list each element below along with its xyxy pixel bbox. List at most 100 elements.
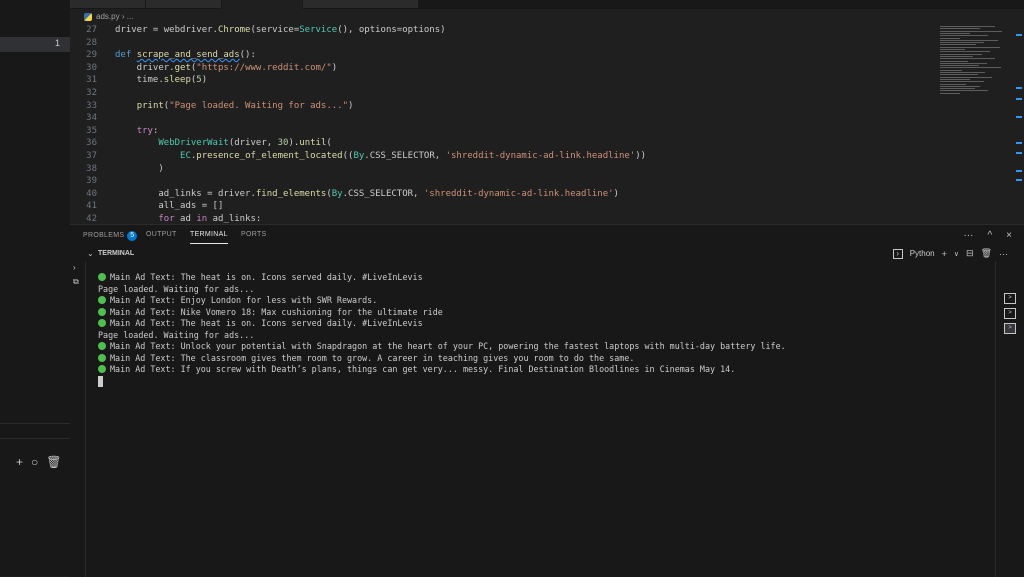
problems-count-badge: 5 — [127, 231, 138, 241]
green-circle-icon — [98, 365, 106, 373]
minimap-line — [940, 90, 988, 92]
minimap-line — [940, 74, 978, 76]
scrollbar-marker — [1016, 98, 1022, 100]
panel-tab-bar: PROBLEMS 5 OUTPUT TERMINAL PORTS ··· ^ × — [70, 225, 1024, 247]
tab-terminal[interactable]: TERMINAL — [190, 231, 228, 244]
minimap-line — [940, 51, 990, 53]
terminal-instance-icon[interactable]: > — [1004, 293, 1016, 304]
bottom-panel: PROBLEMS 5 OUTPUT TERMINAL PORTS ··· ^ × … — [70, 224, 1024, 577]
terminal-line: Main Ad Text: The heat is on. Icons serv… — [98, 272, 423, 284]
line-number: 31 — [86, 75, 97, 86]
code-text[interactable]: time.sleep(5) — [115, 74, 207, 86]
terminal-profile-name[interactable]: Python — [910, 249, 935, 258]
line-number: 32 — [86, 88, 97, 98]
scrollbar-marker — [1016, 152, 1022, 154]
scrollbar-marker — [1016, 116, 1022, 118]
circle-icon[interactable]: ○ — [31, 455, 38, 469]
terminal-line-text: Main Ad Text: The heat is on. Icons serv… — [110, 318, 423, 328]
code-text[interactable]: WebDriverWait(driver, 30).until( — [115, 137, 331, 149]
terminal-section-title: TERMINAL — [98, 250, 135, 257]
terminal-instance-icon[interactable]: > — [1004, 323, 1016, 334]
minimap-line — [940, 37, 960, 39]
tab-output[interactable]: OUTPUT — [146, 231, 177, 238]
minimap-line — [940, 60, 968, 62]
line-number: 28 — [86, 37, 97, 48]
scrollbar-marker — [1016, 87, 1022, 89]
code-text[interactable]: try: — [115, 125, 159, 137]
green-circle-icon — [98, 342, 106, 350]
minimap-line — [940, 39, 998, 41]
terminal-gutter: › ⧉ — [70, 261, 86, 577]
minimap-line — [940, 62, 987, 64]
terminal-line: Page loaded. Waiting for ads... — [98, 330, 254, 342]
split-editor-icon[interactable]: ⧉ — [73, 277, 79, 287]
green-circle-icon — [98, 296, 106, 304]
minimap-line — [940, 67, 1001, 69]
code-text[interactable]: all_ads = [] — [115, 200, 223, 212]
editor-tab-active[interactable] — [222, 0, 303, 9]
collapse-icon[interactable]: ⌄ — [87, 249, 94, 258]
line-number: 38 — [86, 163, 97, 174]
editor-tab[interactable] — [70, 0, 146, 8]
tab-problems[interactable]: PROBLEMS 5 — [83, 231, 138, 241]
terminal-line-text: Main Ad Text: Unlock your potential with… — [110, 341, 786, 351]
line-number: 27 — [86, 25, 97, 35]
minimap-line — [940, 49, 965, 50]
breadcrumb: ads.py › ... — [70, 9, 1024, 24]
terminal-line-text: Main Ad Text: If you screw with Death’s … — [110, 364, 736, 374]
chevron-right-icon[interactable]: › — [73, 263, 76, 272]
code-text[interactable]: for ad in ad_links: — [115, 213, 261, 224]
green-circle-icon — [98, 353, 106, 362]
code-text[interactable]: def scrape_and_send_ads(): — [115, 49, 256, 61]
terminal-controls: › Python + ∨ ⊟ 🗑 ··· — [892, 248, 1008, 259]
split-terminal-icon[interactable]: ⊟ — [966, 248, 974, 259]
minimap-line — [940, 85, 980, 87]
green-circle-icon — [98, 307, 106, 316]
code-text[interactable]: ) — [115, 163, 163, 175]
explorer-sidebar: 1 + ○ 🗑 — [0, 0, 71, 576]
minimap-line — [940, 44, 976, 46]
terminal-instance-icon[interactable]: > — [1004, 308, 1016, 319]
code-text[interactable]: driver.get("https://www.reddit.com/") — [115, 62, 338, 74]
breadcrumb-file[interactable]: ads.py — [96, 12, 120, 21]
code-editor[interactable]: 27 driver = webdriver.Chrome(service=Serv… — [70, 24, 1024, 224]
breadcrumb-symbol[interactable]: ... — [127, 12, 134, 21]
terminal-line-text: Page loaded. Waiting for ads... — [98, 329, 255, 340]
trash-icon[interactable]: 🗑 — [46, 455, 61, 469]
kill-terminal-icon[interactable]: 🗑 — [981, 248, 992, 259]
new-terminal-button[interactable]: + — [942, 249, 947, 259]
terminal-output[interactable]: Main Ad Text: The heat is on. Icons serv… — [98, 272, 978, 572]
terminal-line-text: Main Ad Text: Enjoy London for less with… — [110, 295, 378, 305]
terminal-more-icon[interactable]: ··· — [999, 249, 1008, 259]
minimap-line — [940, 32, 970, 34]
editor-tab[interactable] — [303, 0, 419, 8]
code-text[interactable]: driver = webdriver.Chrome(service=Servic… — [115, 24, 446, 36]
sidebar-problem-count: 1 — [54, 38, 60, 48]
code-text[interactable]: EC.presence_of_element_located((By.CSS_S… — [115, 150, 646, 162]
terminal-dropdown-icon[interactable]: ∨ — [954, 250, 959, 258]
code-text[interactable]: ad_links = driver.find_elements(By.CSS_S… — [115, 188, 619, 200]
terminal-instances-list: > > > — [995, 261, 1024, 577]
add-icon[interactable]: + — [16, 455, 23, 469]
minimap-line — [940, 76, 992, 78]
editor-tab-bar — [70, 0, 1024, 9]
close-panel-icon[interactable]: × — [1006, 230, 1012, 241]
scrollbar-marker — [1016, 34, 1022, 36]
more-actions-icon[interactable]: ··· — [963, 230, 973, 241]
terminal-profile-icon: › — [892, 248, 903, 259]
terminal-line: Main Ad Text: If you screw with Death’s … — [98, 364, 735, 376]
scrollbar-marker — [1016, 179, 1022, 181]
code-text[interactable]: print("Page loaded. Waiting for ads...") — [115, 100, 354, 112]
terminal-header: ⌄ TERMINAL › Python + ∨ ⊟ 🗑 ··· — [70, 247, 1024, 261]
maximize-panel-icon[interactable]: ^ — [987, 230, 992, 241]
terminal-line: Main Ad Text: Enjoy London for less with… — [98, 295, 377, 307]
minimap[interactable] — [940, 24, 1010, 224]
panel-actions: ··· ^ × — [963, 230, 1012, 241]
terminal-line: Main Ad Text: The classroom gives them r… — [98, 353, 634, 365]
minimap-line — [940, 83, 966, 85]
minimap-line — [940, 28, 980, 30]
breadcrumb-separator: › — [121, 12, 125, 21]
line-number: 37 — [86, 151, 97, 161]
editor-tab[interactable] — [146, 0, 222, 8]
tab-ports[interactable]: PORTS — [241, 231, 267, 238]
